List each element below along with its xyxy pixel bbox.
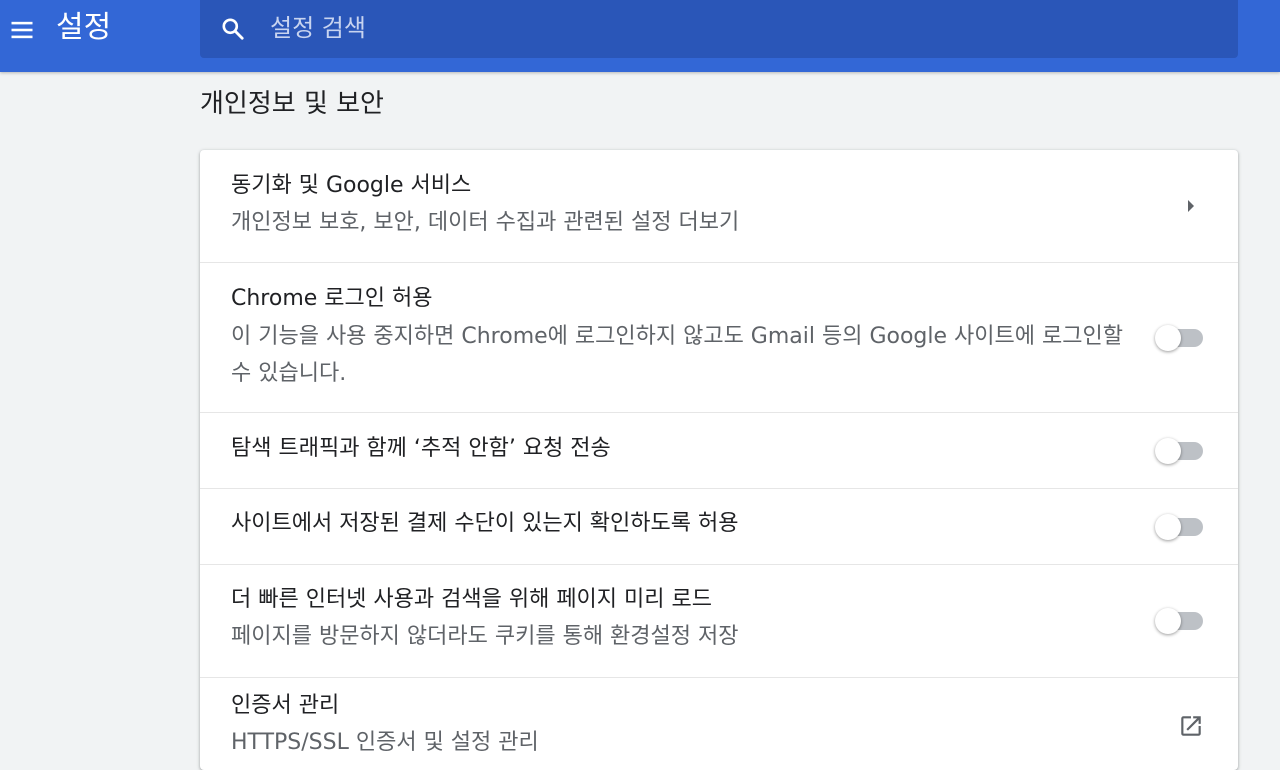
main-menu-button[interactable]: [6, 14, 38, 46]
toggle-knob: [1155, 608, 1181, 634]
page-title: 설정: [56, 10, 112, 45]
row-label: 인증서 관리: [231, 693, 340, 718]
chrome-signin-row: Chrome 로그인 허용 이 기능을 사용 중지하면 Chrome에 로그인하…: [200, 262, 1238, 412]
chrome-signin-toggle[interactable]: [1153, 324, 1205, 352]
row-label: 탐색 트래픽과 함께 ‘추적 안함’ 요청 전송: [231, 436, 611, 461]
manage-certificates-row[interactable]: 인증서 관리 HTTPS/SSL 인증서 및 설정 관리: [200, 677, 1238, 770]
row-label: 동기화 및 Google 서비스: [231, 173, 472, 198]
sync-google-services-row[interactable]: 동기화 및 Google 서비스 개인정보 보호, 보안, 데이터 수집과 관련…: [200, 150, 1238, 263]
payment-methods-toggle[interactable]: [1153, 513, 1205, 541]
payment-methods-row: 사이트에서 저장된 결제 수단이 있는지 확인하도록 허용: [200, 488, 1238, 564]
search-icon: [222, 18, 244, 40]
toggle-knob: [1155, 438, 1181, 464]
search-box[interactable]: [200, 0, 1238, 58]
preload-pages-row: 더 빠른 인터넷 사용과 검색을 위해 페이지 미리 로드 페이지를 방문하지 …: [200, 564, 1238, 677]
section-title: 개인정보 및 보안: [200, 89, 384, 119]
arrow-right-icon[interactable]: [1188, 200, 1194, 212]
toggle-knob: [1155, 514, 1181, 540]
row-sublabel: 이 기능을 사용 중지하면 Chrome에 로그인하지 않고도 Gmail 등의…: [231, 324, 1123, 386]
row-label: Chrome 로그인 허용: [231, 286, 433, 311]
privacy-security-card: 동기화 및 Google 서비스 개인정보 보호, 보안, 데이터 수집과 관련…: [200, 150, 1238, 770]
toolbar-edge: [1238, 0, 1280, 72]
search-input[interactable]: [270, 8, 1170, 48]
open-in-new-icon[interactable]: [1178, 713, 1204, 739]
toggle-knob: [1155, 325, 1181, 351]
row-label: 더 빠른 인터넷 사용과 검색을 위해 페이지 미리 로드: [231, 587, 712, 612]
do-not-track-row: 탐색 트래픽과 함께 ‘추적 안함’ 요청 전송: [200, 412, 1238, 488]
row-sublabel: HTTPS/SSL 인증서 및 설정 관리: [231, 730, 539, 755]
settings-toolbar: 설정: [0, 0, 1280, 72]
row-sublabel: 페이지를 방문하지 않더라도 쿠키를 통해 환경설정 저장: [231, 624, 739, 649]
hamburger-menu-icon: [11, 21, 33, 39]
do-not-track-toggle[interactable]: [1153, 437, 1205, 465]
row-sublabel: 개인정보 보호, 보안, 데이터 수집과 관련된 설정 더보기: [231, 210, 740, 235]
row-label: 사이트에서 저장된 결제 수단이 있는지 확인하도록 허용: [231, 511, 739, 536]
preload-pages-toggle[interactable]: [1153, 607, 1205, 635]
